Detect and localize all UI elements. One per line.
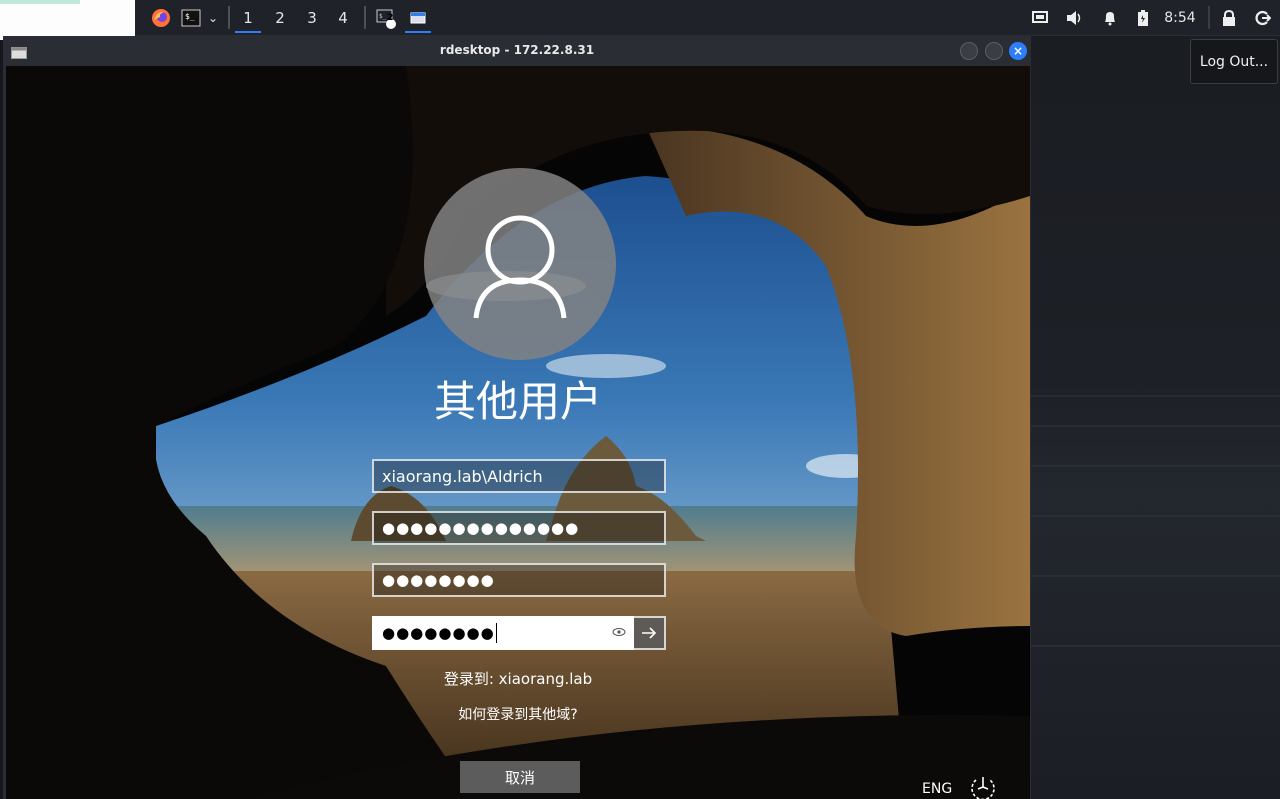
logout-icon[interactable] xyxy=(1251,0,1275,35)
workspace-4[interactable]: 4 xyxy=(328,0,358,35)
user-icon xyxy=(473,215,567,319)
ease-of-access-icon[interactable] xyxy=(966,774,1000,799)
terminal-icon[interactable]: $_ xyxy=(178,0,204,35)
confirm-password-mask: ●●●●●●●● xyxy=(382,624,495,642)
workspace-3[interactable]: 3 xyxy=(297,0,327,35)
workspace-1[interactable]: 1 xyxy=(233,0,263,35)
reveal-password-eye-icon[interactable] xyxy=(612,625,626,639)
close-button[interactable]: × xyxy=(1009,42,1027,60)
remote-screen: 其他用户 xiaorang.lab\Aldrich ●●●●●●●●●●●●●●… xyxy=(6,66,1030,799)
rdesktop-window-icon[interactable] xyxy=(403,0,433,35)
user-avatar xyxy=(424,168,616,360)
username-field[interactable]: xiaorang.lab\Aldrich xyxy=(372,459,666,493)
svg-text:$_: $_ xyxy=(379,13,387,20)
top-taskbar: $_ ⌄ 1 2 3 4 $_ 2 8:54 xyxy=(0,0,1280,40)
workspace-2[interactable]: 2 xyxy=(265,0,295,35)
chevron-down-icon[interactable]: ⌄ xyxy=(204,0,222,35)
bell-icon[interactable] xyxy=(1098,0,1122,35)
firefox-icon[interactable] xyxy=(148,0,174,35)
password-field[interactable]: ●●●●●●●●●●●●●● xyxy=(372,511,666,545)
clock: 8:54 xyxy=(1164,9,1196,26)
minimize-button[interactable] xyxy=(960,42,978,60)
desktop-background xyxy=(1031,35,1280,799)
battery-icon xyxy=(1133,0,1153,35)
volume-icon[interactable] xyxy=(1062,0,1086,35)
display-icon[interactable] xyxy=(1028,0,1052,35)
password-mask: ●●●●●●●●●●●●●● xyxy=(382,519,580,537)
arrow-right-icon xyxy=(642,627,657,639)
maximize-button[interactable] xyxy=(985,42,1003,60)
confirm-password-field[interactable]: ●●●●●●●● xyxy=(372,616,634,650)
new-password-mask: ●●●●●●●● xyxy=(382,571,495,589)
task-count-badge: 2 xyxy=(387,13,394,23)
cancel-button[interactable]: 取消 xyxy=(460,761,580,793)
logout-tooltip: Log Out... xyxy=(1190,39,1278,84)
sign-in-to-domain: 登录到: xiaorang.lab xyxy=(443,670,593,688)
new-password-field[interactable]: ●●●●●●●● xyxy=(372,563,666,597)
text-caret xyxy=(495,623,497,643)
window-title: rdesktop - 172.22.8.31 xyxy=(439,43,595,57)
app-panel xyxy=(0,0,135,40)
terminal-tasks-icon[interactable]: $_ 2 xyxy=(372,0,400,35)
submit-arrow-button[interactable] xyxy=(634,616,666,650)
svg-text:$_: $_ xyxy=(185,12,195,21)
window-titlebar[interactable]: rdesktop - 172.22.8.31 × xyxy=(3,36,1031,65)
username-value: xiaorang.lab\Aldrich xyxy=(382,466,543,486)
lock-icon[interactable] xyxy=(1217,0,1241,35)
other-domain-link[interactable]: 如何登录到其他域? xyxy=(6,704,1030,724)
user-title: 其他用户 xyxy=(433,377,602,426)
rdesktop-window: rdesktop - 172.22.8.31 × 其他用户 xiaorang.l… xyxy=(3,36,1031,799)
language-indicator[interactable]: ENG xyxy=(922,781,952,797)
